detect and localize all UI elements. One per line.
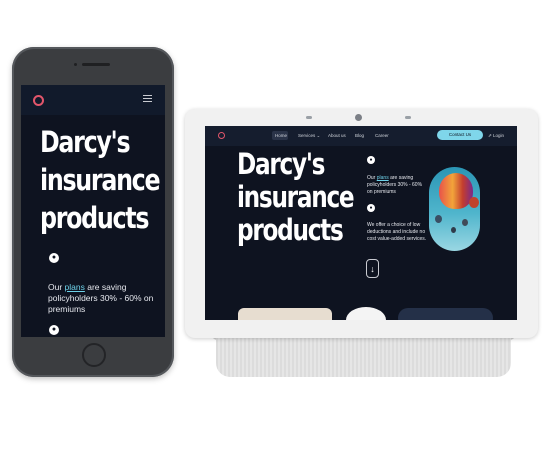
hub-sensor [405,116,411,119]
balloon-shape [451,227,456,233]
balloon-shape [439,173,473,209]
ring-logo-icon[interactable] [218,132,225,139]
phone-speaker [82,63,110,66]
phone-device: Darcy's insurance products ● Our plans a… [12,47,174,377]
nav-services[interactable]: Services ⌄ [298,132,320,140]
phone-home-button[interactable] [82,343,106,367]
hero-savings-text: Our plans are saving policyholders 30% -… [367,175,423,195]
hamburger-menu-icon[interactable] [143,95,152,103]
hub-camera [355,114,362,121]
phone-camera [74,63,77,66]
balloon-shape [435,215,442,223]
balloon-shape [462,219,468,226]
feature-card[interactable] [398,308,493,320]
hero-title: Darcy's insurance products [40,125,161,235]
desktop-navbar: Home Services ⌄ About us Blog Career Con… [205,126,517,146]
hub-sensor [306,116,312,119]
plans-link[interactable]: plans [65,282,85,292]
bullet-circle-icon: ● [367,204,375,212]
contact-us-button[interactable]: Contact Us [437,130,483,140]
arrow-down-icon[interactable]: ↓ [366,259,379,278]
hero-title: Darcy's insurance products [237,147,355,247]
hot-air-balloon-image [429,167,480,251]
balloon-shape [469,197,479,208]
hero-deductions-text: We offer a choice of low deductions and … [367,222,427,242]
plans-link[interactable]: plans [377,175,389,181]
bullet-circle-icon: ● [49,325,59,335]
nav-about[interactable]: About us [328,132,346,140]
mobile-navbar [21,85,165,115]
nav-blog[interactable]: Blog [355,132,364,140]
bullet-circle-icon: ● [49,253,59,263]
nav-career[interactable]: Career [375,132,389,140]
bullet-circle-icon: ● [367,156,375,164]
hub-stand [216,333,511,377]
nav-home[interactable]: Home [275,132,287,140]
feature-circle[interactable] [346,307,386,320]
hero-savings-text: Our plans are saving policyholders 30% -… [48,282,154,314]
phone-screen: Darcy's insurance products ● Our plans a… [21,85,165,337]
login-link[interactable]: ⇗ Login [488,132,504,140]
hub-screen: Home Services ⌄ About us Blog Career Con… [205,126,517,320]
feature-card[interactable] [238,308,332,320]
ring-logo-icon[interactable] [33,95,44,106]
